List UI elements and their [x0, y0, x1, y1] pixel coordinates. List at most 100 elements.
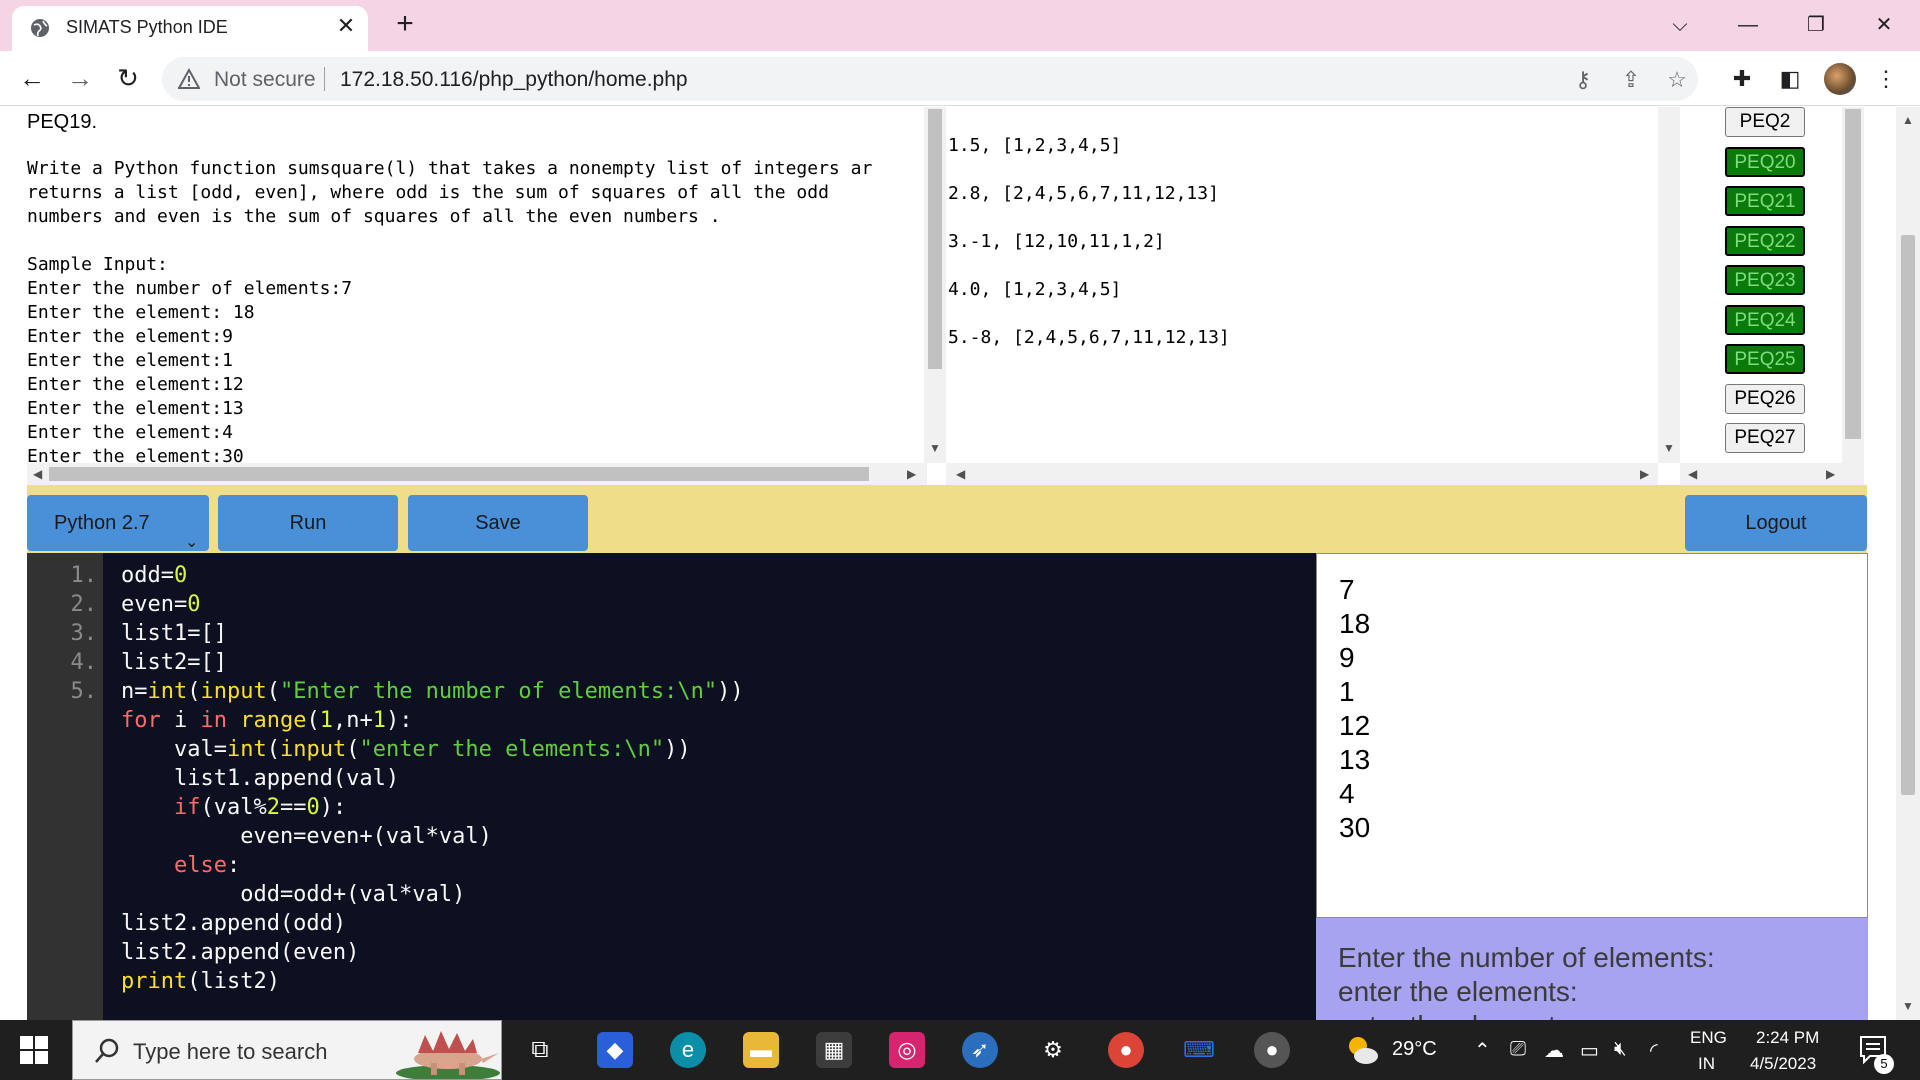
code-line[interactable]: list2=[] — [121, 650, 227, 675]
scroll-up-arrow-icon[interactable]: ▲ — [1902, 113, 1914, 127]
test-cases-horizontal-scrollbar[interactable]: ◀ ▶ — [946, 463, 1658, 485]
problem-list-scrollbar[interactable] — [1842, 107, 1864, 463]
code-line[interactable]: else: — [121, 853, 240, 878]
question-vertical-scrollbar[interactable]: ▼ — [924, 107, 946, 463]
control-bar: Python 2.7 ⌄ Run Save Logout — [27, 485, 1867, 553]
chrome-icon[interactable]: ● — [1108, 1032, 1144, 1068]
windows-start-icon[interactable] — [18, 1034, 50, 1066]
code-line[interactable]: val=int(input("enter the elements:\n")) — [121, 737, 691, 762]
problem-button-peq25[interactable]: PEQ25 — [1725, 344, 1805, 374]
globe-icon — [31, 19, 49, 37]
minimize-icon[interactable]: — — [1728, 10, 1768, 40]
scroll-right-arrow-icon[interactable]: ▶ — [907, 467, 916, 481]
bird-app-icon[interactable]: ➶ — [962, 1032, 998, 1068]
scroll-down-arrow-icon[interactable]: ▼ — [1663, 441, 1675, 455]
scroll-left-arrow-icon[interactable]: ◀ — [33, 467, 42, 481]
onedrive-cloud-icon[interactable]: ☁ — [1544, 1038, 1564, 1063]
code-line[interactable]: odd=odd+(val*val) — [121, 882, 465, 907]
remote-app-icon[interactable]: ⌨ — [1181, 1032, 1217, 1068]
problem-list-horizontal-scrollbar[interactable]: ◀ ▶ — [1680, 463, 1864, 485]
scroll-thumb[interactable] — [49, 467, 869, 481]
scroll-down-arrow-icon[interactable]: ▼ — [1902, 999, 1914, 1013]
clock-time[interactable]: 2:24 PM — [1756, 1028, 1819, 1048]
microsoft-store-icon[interactable]: ▦ — [816, 1032, 852, 1068]
copilot-app-icon[interactable]: ◆ — [597, 1032, 633, 1068]
settings-gear-icon[interactable]: ⚙ — [1035, 1032, 1071, 1068]
url-text[interactable]: 172.18.50.116/php_python/home.php — [340, 68, 688, 92]
code-line[interactable]: for i in range(1,n+1): — [121, 708, 412, 733]
scroll-left-arrow-icon[interactable]: ◀ — [956, 467, 965, 481]
reload-icon[interactable]: ↻ — [112, 63, 144, 95]
speaker-muted-icon[interactable]: 🔇︎ — [1614, 1038, 1627, 1061]
edge-browser-icon[interactable]: e — [670, 1032, 706, 1068]
instagram-icon[interactable]: ◎ — [889, 1032, 925, 1068]
input-values-box[interactable]: 7 18 9 1 12 13 4 30 — [1316, 553, 1868, 918]
code-line[interactable]: list1=[] — [121, 621, 227, 646]
bookmark-star-icon[interactable]: ☆ — [1664, 67, 1690, 93]
problem-button-peq26[interactable]: PEQ26 — [1725, 383, 1805, 414]
problem-button-peq2[interactable]: PEQ2 — [1725, 107, 1805, 137]
problem-button-peq20[interactable]: PEQ20 — [1725, 146, 1805, 177]
code-line[interactable]: list2.append(odd) — [121, 911, 346, 936]
code-line[interactable]: odd=0 — [121, 563, 187, 588]
menu-kebab-icon[interactable]: ⋮ — [1872, 65, 1900, 93]
task-view-icon[interactable]: ⧉ — [522, 1032, 558, 1068]
key-icon[interactable]: ⚷ — [1570, 67, 1596, 93]
run-button[interactable]: Run — [218, 495, 398, 551]
restore-icon[interactable]: ❐ — [1796, 10, 1836, 40]
question-text-line — [27, 229, 872, 253]
meet-now-icon[interactable]: ⎚ — [1510, 1038, 1526, 1061]
problem-button-peq27[interactable]: PEQ27 — [1725, 423, 1805, 453]
scroll-right-arrow-icon[interactable]: ▶ — [1826, 467, 1835, 481]
forward-icon[interactable]: → — [64, 63, 96, 95]
new-tab-icon[interactable]: + — [390, 9, 420, 40]
input-region[interactable]: IN — [1698, 1054, 1715, 1074]
scroll-left-arrow-icon[interactable]: ◀ — [1688, 467, 1697, 481]
scroll-down-arrow-icon[interactable]: ▼ — [929, 441, 941, 455]
weather-partly-cloudy-icon[interactable] — [1344, 1032, 1380, 1068]
input-value: 18 — [1339, 608, 1371, 639]
file-explorer-icon[interactable]: ▬ — [743, 1032, 779, 1068]
back-icon[interactable]: ← — [16, 63, 48, 95]
profile-avatar[interactable] — [1824, 63, 1856, 95]
scroll-thumb[interactable] — [1845, 109, 1861, 439]
chrome-profile-icon[interactable]: ● — [1254, 1032, 1290, 1068]
code-line[interactable]: list2.append(even) — [121, 940, 359, 965]
address-bar[interactable]: Not secure 172.18.50.116/php_python/home… — [162, 57, 1698, 101]
code-line[interactable]: even=even+(val*val) — [121, 824, 492, 849]
save-button[interactable]: Save — [408, 495, 588, 551]
code-editor[interactable]: 1. 2. 3. 4. 5. odd=0 even=0 list1=[] list2=[] n=… — [27, 553, 1316, 1020]
scroll-right-arrow-icon[interactable]: ▶ — [1640, 467, 1649, 481]
code-line[interactable]: print(list2) — [121, 969, 280, 994]
page-vertical-scrollbar[interactable]: ▲ ▼ — [1896, 107, 1920, 1020]
test-cases-vertical-scrollbar[interactable]: ▼ — [1658, 107, 1680, 463]
code-line[interactable]: even=0 — [121, 592, 200, 617]
problem-button-peq23[interactable]: PEQ23 — [1725, 265, 1805, 295]
scroll-thumb[interactable] — [928, 109, 942, 369]
browser-tab[interactable]: SIMATS Python IDE ✕ — [12, 6, 368, 51]
extensions-puzzle-icon[interactable]: ✚ — [1728, 65, 1756, 93]
taskbar-search-box[interactable]: Type here to search — [72, 1020, 502, 1080]
temperature[interactable]: 29°C — [1392, 1038, 1437, 1061]
security-label[interactable]: Not secure — [214, 68, 316, 92]
code-line[interactable]: list1.append(val) — [121, 766, 399, 791]
problem-button-peq21[interactable]: PEQ21 — [1725, 186, 1805, 216]
logout-button[interactable]: Logout — [1685, 495, 1867, 551]
wifi-icon[interactable]: ◜ — [1650, 1038, 1658, 1063]
show-hidden-icons-chevron-icon[interactable]: ⌃ — [1474, 1038, 1491, 1063]
input-language[interactable]: ENG — [1690, 1028, 1727, 1048]
close-window-icon[interactable]: ✕ — [1864, 10, 1904, 40]
clock-date[interactable]: 4/5/2023 — [1750, 1054, 1816, 1074]
language-select[interactable]: Python 2.7 ⌄ — [27, 495, 209, 551]
code-line[interactable]: if(val%2==0): — [121, 795, 346, 820]
problem-button-peq24[interactable]: PEQ24 — [1725, 304, 1805, 335]
code-line[interactable]: n=int(input("Enter the number of element… — [121, 679, 744, 704]
problem-button-peq22[interactable]: PEQ22 — [1725, 225, 1805, 256]
tab-close-icon[interactable]: ✕ — [334, 14, 358, 38]
side-panel-icon[interactable]: ◧ — [1776, 65, 1804, 93]
tab-search-chevron-icon[interactable]: ⌵ — [1660, 10, 1700, 40]
scroll-thumb[interactable] — [1901, 235, 1915, 795]
question-horizontal-scrollbar[interactable]: ◀ ▶ — [27, 463, 927, 485]
battery-icon[interactable]: ▭ — [1580, 1038, 1599, 1063]
share-icon[interactable]: ⇪ — [1618, 67, 1644, 93]
